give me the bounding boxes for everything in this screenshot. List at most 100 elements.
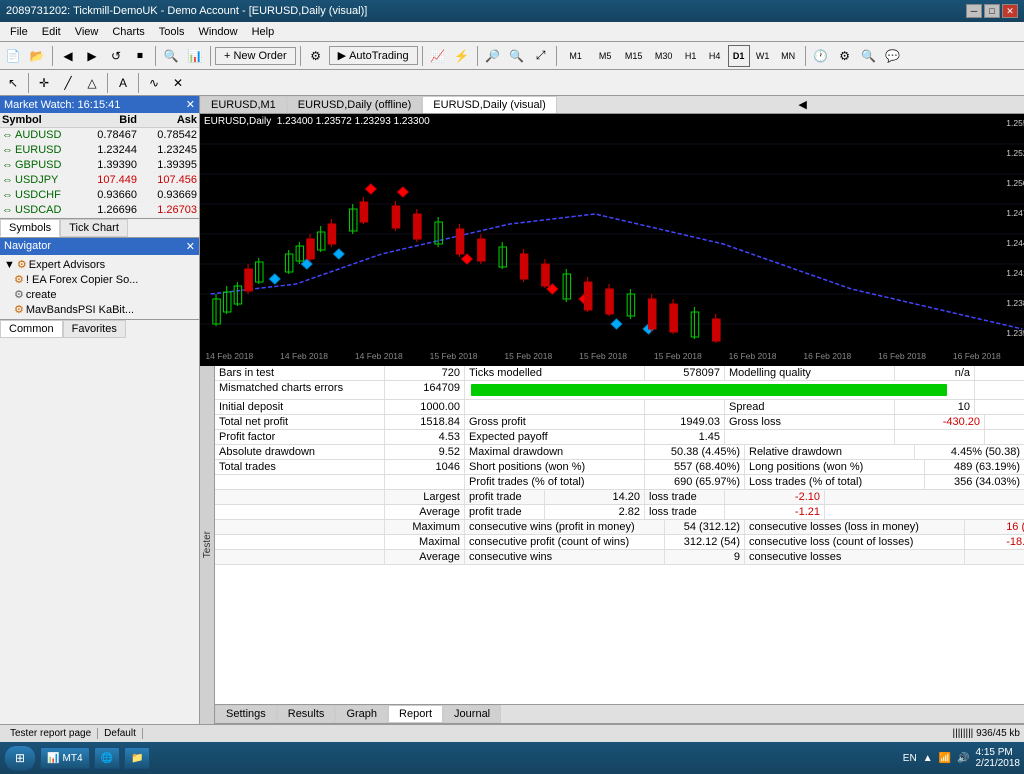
status-page: Tester report page — [4, 728, 98, 739]
mismatched-value: 164709 — [385, 381, 465, 399]
tb-indicators[interactable]: ⚡ — [451, 45, 473, 67]
taskbar-browser[interactable]: 🌐 — [94, 747, 120, 769]
tb-sep1 — [52, 46, 53, 66]
tester-tab-graph[interactable]: Graph — [335, 705, 388, 723]
largest-label: Largest — [385, 490, 465, 504]
menu-window[interactable]: Window — [192, 25, 243, 39]
tb-settings[interactable]: ⚙ — [834, 45, 856, 67]
tb-fit[interactable]: ⤢ — [530, 45, 552, 67]
mw-row-gbpusd[interactable]: ⇔ GBPUSD 1.39390 1.39395 — [0, 158, 199, 173]
nav-expert-advisors[interactable]: ▼ ⚙ Expert Advisors — [2, 257, 197, 272]
row8-empty1 — [215, 475, 385, 489]
draw-objects[interactable]: △ — [81, 72, 103, 94]
start-button[interactable]: ⊞ — [4, 745, 36, 771]
gross-loss-label: Gross loss — [725, 415, 895, 429]
draw-line[interactable]: ╱ — [57, 72, 79, 94]
total-net-profit-value: 1518.84 — [385, 415, 465, 429]
chart-tab-m1[interactable]: EURUSD,M1 — [200, 96, 287, 113]
mw-row-eurusd[interactable]: ⇔ EURUSD 1.23244 1.23245 — [0, 143, 199, 158]
tester-tab-journal[interactable]: Journal — [443, 705, 501, 723]
menu-view[interactable]: View — [69, 25, 105, 39]
taskbar-up-arrow[interactable]: ▲ — [923, 753, 933, 764]
tester-side-label[interactable]: Tester — [200, 366, 215, 724]
toolbar-drawing: ↖ ✛ ╱ △ A ∿ ✕ — [0, 70, 1024, 96]
nav-tab-favorites[interactable]: Favorites — [63, 320, 126, 338]
draw-delete[interactable]: ✕ — [167, 72, 189, 94]
taskbar-folder-icon: 📁 — [131, 753, 143, 764]
tb-chat[interactable]: 💬 — [882, 45, 904, 67]
nav-ea-item3[interactable]: ⚙ MavBandsPSI KaBit... — [2, 302, 197, 317]
navigator-close[interactable]: ✕ — [186, 240, 195, 253]
tb-chart-type[interactable]: 📈 — [427, 45, 449, 67]
tb-expert-props[interactable]: ⚙ — [305, 45, 327, 67]
mw-row-usdchf[interactable]: ⇔ USDCHF 0.93660 0.93669 — [0, 188, 199, 203]
chart-canvas[interactable]: EURUSD,Daily 1.23400 1.23572 1.23293 1.2… — [200, 114, 1024, 362]
menu-edit[interactable]: Edit — [36, 25, 67, 39]
market-watch-title: Market Watch: 16:15:41 — [4, 99, 120, 111]
tester-tab-settings[interactable]: Settings — [215, 705, 277, 723]
tb-open[interactable]: 📂 — [26, 45, 48, 67]
close-button[interactable]: ✕ — [1002, 4, 1018, 18]
new-order-button[interactable]: + New Order — [215, 47, 296, 65]
draw-cursor[interactable]: ↖ — [2, 72, 24, 94]
draw-sep2 — [107, 73, 108, 93]
auto-trading-button[interactable]: ▶ AutoTrading — [329, 46, 418, 65]
maximize-button[interactable]: □ — [984, 4, 1000, 18]
tb-zoom-out[interactable]: 🔍 — [506, 45, 528, 67]
menu-tools[interactable]: Tools — [153, 25, 191, 39]
tb-search[interactable]: 🔍 — [858, 45, 880, 67]
taskbar-mt4[interactable]: 📊 MT4 — [40, 747, 89, 769]
tb-period-mn[interactable]: MN — [776, 45, 801, 67]
taskbar-folder[interactable]: 📁 — [124, 747, 150, 769]
nav-tab-common[interactable]: Common — [0, 320, 63, 338]
draw-crosshair[interactable]: ✛ — [33, 72, 55, 94]
tb-refresh[interactable]: ↺ — [105, 45, 127, 67]
mw-tab-symbols[interactable]: Symbols — [0, 219, 60, 237]
mw-row-usdcad[interactable]: ⇔ USDCAD 1.26696 1.26703 — [0, 203, 199, 218]
tb-zoom-in2[interactable]: 🔎 — [482, 45, 504, 67]
gross-profit-label: Gross profit — [465, 415, 645, 429]
tb-period-d1[interactable]: D1 — [728, 45, 750, 67]
tb-back[interactable]: ◀ — [57, 45, 79, 67]
spread-empty — [645, 400, 725, 414]
chart-tab-daily-visual[interactable]: EURUSD,Daily (visual) — [422, 96, 556, 113]
avg-consec-label: Average — [385, 550, 465, 564]
menu-file[interactable]: File — [4, 25, 34, 39]
menu-help[interactable]: Help — [246, 25, 281, 39]
loss-trades-label: Loss trades (% of total) — [745, 475, 925, 489]
svg-text:1.24715: 1.24715 — [1006, 209, 1024, 218]
chart-info: EURUSD,Daily 1.23400 1.23572 1.23293 1.2… — [204, 116, 430, 127]
tester-tab-results[interactable]: Results — [277, 705, 336, 723]
start-icon: ⊞ — [15, 751, 25, 765]
mw-tab-tick-chart[interactable]: Tick Chart — [60, 219, 128, 237]
chart-nav-prev[interactable]: ◀ — [794, 96, 810, 113]
tb-period-w1[interactable]: W1 — [752, 45, 774, 67]
tb-period-m5[interactable]: M5 — [593, 45, 618, 67]
tb-zoom-in[interactable]: 🔍 — [160, 45, 182, 67]
minimize-button[interactable]: ─ — [966, 4, 982, 18]
mw-row-usdjpy[interactable]: ⇔ USDJPY 107.449 107.456 — [0, 173, 199, 188]
tb-forward[interactable]: ▶ — [81, 45, 103, 67]
market-watch-close[interactable]: ✕ — [186, 98, 195, 111]
tester-tab-report[interactable]: Report — [388, 705, 443, 723]
tb-stop[interactable]: ⏹ — [129, 45, 151, 67]
tb-time[interactable]: 🕐 — [810, 45, 832, 67]
consec-loss-label: consecutive loss (count of losses) — [745, 535, 965, 549]
menu-charts[interactable]: Charts — [106, 25, 150, 39]
svg-text:1.24145: 1.24145 — [1006, 269, 1024, 278]
tb-period-h1[interactable]: H1 — [680, 45, 702, 67]
tb-period-m30[interactable]: M30 — [650, 45, 678, 67]
taskbar-mt4-label: MT4 — [63, 753, 83, 764]
tb-profiles[interactable]: 📊 — [184, 45, 206, 67]
draw-fibo[interactable]: ∿ — [143, 72, 165, 94]
chart-tab-daily-offline[interactable]: EURUSD,Daily (offline) — [287, 96, 423, 113]
tb-period-h4[interactable]: H4 — [704, 45, 726, 67]
tb-period-m15[interactable]: M15 — [620, 45, 648, 67]
tb-new-chart[interactable]: 📄 — [2, 45, 24, 67]
nav-ea-item2[interactable]: ⚙ create — [2, 287, 197, 302]
nav-ea-item1[interactable]: ⚙ ! EA Forex Copier So... — [2, 272, 197, 287]
draw-text[interactable]: A — [112, 72, 134, 94]
market-watch-header: Market Watch: 16:15:41 ✕ — [0, 96, 199, 113]
mw-row-audusd[interactable]: ⇔ AUDUSD 0.78467 0.78542 — [0, 128, 199, 143]
tb-sep7 — [556, 46, 557, 66]
